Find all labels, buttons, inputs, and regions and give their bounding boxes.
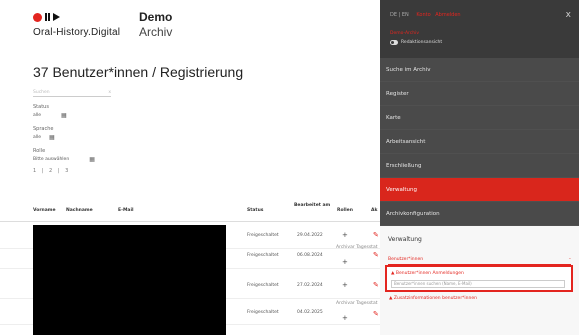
role-label: Rolle xyxy=(33,148,46,154)
submenu-users-toggle[interactable]: Benutzer*innen – xyxy=(388,257,571,265)
row-date: 29.04.2022 xyxy=(297,233,323,238)
th-processed[interactable]: Bearbeitet am xyxy=(294,203,330,209)
edit-icon[interactable]: ✎ xyxy=(373,251,379,259)
nav-item-indexing[interactable]: Erschließung xyxy=(380,154,579,178)
language-value: alle xyxy=(33,135,42,140)
archive-label: Demo-Archiv xyxy=(390,31,420,36)
row-date: 06.08.2024 xyxy=(297,253,323,258)
add-role-icon[interactable]: + xyxy=(342,258,348,266)
status-value: alle xyxy=(33,113,42,118)
nav-item-map[interactable]: Karte xyxy=(380,106,579,130)
add-role-icon[interactable]: + xyxy=(342,231,348,239)
collapse-icon[interactable]: – xyxy=(569,257,571,262)
edit-icon[interactable]: ✎ xyxy=(373,281,379,289)
language-options[interactable]: DE | EN xyxy=(390,12,409,18)
redacted-user-data xyxy=(33,225,226,335)
administration-submenu: Verwaltung Benutzer*innen – ▲ Benutzer*i… xyxy=(380,226,579,335)
role-value: Bitte auswählen xyxy=(33,157,70,162)
edit-icon[interactable]: ✎ xyxy=(373,310,379,318)
clear-icon[interactable]: x xyxy=(108,90,111,95)
nav-item-administration[interactable]: Verwaltung xyxy=(380,178,579,202)
logo-record-icon xyxy=(33,12,120,22)
highlighted-users-section: ▲ Benutzer*innen Anmeldungen Benutzer*in… xyxy=(385,265,573,292)
th-status[interactable]: Status xyxy=(247,208,263,213)
registrations-label: Benutzer*innen Anmeldungen xyxy=(395,271,464,276)
toggle-switch-icon[interactable] xyxy=(390,40,398,45)
th-roles[interactable]: Rollen xyxy=(337,208,353,213)
nav-item-register[interactable]: Register xyxy=(380,82,579,106)
language-select[interactable]: alle ▦ xyxy=(33,134,111,141)
language-switch[interactable]: DE | EN Konto Abmelden xyxy=(390,12,461,18)
filter-panel: Suchen x Status alle ▦ Sprache alle ▦ Ro… xyxy=(33,88,111,174)
archive-brand[interactable]: Demo Archiv xyxy=(139,10,172,39)
nav-item-archive-config[interactable]: Archivkonfiguration xyxy=(380,202,579,226)
calendar-icon: ▦ xyxy=(89,156,95,163)
add-role-icon[interactable]: + xyxy=(342,281,348,289)
oral-history-logo[interactable]: Oral-History.Digital xyxy=(33,12,120,38)
close-icon[interactable]: x xyxy=(566,10,571,20)
edit-icon[interactable]: ✎ xyxy=(373,231,379,239)
brand-subtitle: Archiv xyxy=(139,25,173,39)
th-firstname[interactable]: Vorname xyxy=(33,208,56,213)
calendar-icon: ▦ xyxy=(61,112,67,119)
table-header: Vorname Nachname E-Mail Status Bearbeite… xyxy=(0,200,380,222)
row-date: 04.02.2025 xyxy=(297,310,323,315)
role-select[interactable]: Bitte auswählen ▦ xyxy=(33,156,111,163)
row-status: Freigeschaltet xyxy=(247,253,279,258)
search-input[interactable]: Suchen x xyxy=(33,88,111,97)
pagination[interactable]: 1 | 2 | 3 xyxy=(33,168,111,174)
toggle-label: Redaktionsansicht xyxy=(401,40,443,45)
user-search-input[interactable]: Benutzer*innen suchen (Name, E-Mail) xyxy=(391,280,565,288)
nav-item-search[interactable]: Suche im Archiv xyxy=(380,58,579,82)
editor-view-toggle[interactable]: Redaktionsansicht xyxy=(390,40,442,45)
row-date: 27.02.2024 xyxy=(297,283,323,288)
side-menu-overlay: DE | EN Konto Abmelden x Demo-Archiv Red… xyxy=(380,0,579,335)
menu-header: DE | EN Konto Abmelden x Demo-Archiv Red… xyxy=(380,0,579,57)
logout-link[interactable]: Abmelden xyxy=(435,12,460,18)
submenu-title: Verwaltung xyxy=(388,236,422,243)
main-content: Oral-History.Digital Demo Archiv 37 Benu… xyxy=(0,0,380,335)
th-email[interactable]: E-Mail xyxy=(118,208,134,213)
nav-item-workview[interactable]: Arbeitsansicht xyxy=(380,130,579,154)
status-label: Status xyxy=(33,104,49,110)
search-placeholder: Suchen xyxy=(33,89,50,95)
row-roles: Archivar Tagesstat xyxy=(336,245,378,250)
row-status: Freigeschaltet xyxy=(247,310,279,315)
logo-text: Oral-History.Digital xyxy=(33,27,121,38)
submenu-item-registrations[interactable]: ▲ Benutzer*innen Anmeldungen xyxy=(391,271,464,276)
additional-info-label: Zusatzinformationen benutzer*innen xyxy=(393,296,477,301)
th-actions: Ak xyxy=(371,208,378,213)
submenu-users-label: Benutzer*innen xyxy=(388,257,424,262)
row-status: Freigeschaltet xyxy=(247,233,279,238)
add-role-icon[interactable]: + xyxy=(342,314,348,322)
row-roles: Archivar Tagesstat xyxy=(336,301,378,306)
status-select[interactable]: alle ▦ xyxy=(33,112,111,119)
account-link[interactable]: Konto xyxy=(416,12,430,18)
th-lastname[interactable]: Nachname xyxy=(66,208,93,213)
row-status: Freigeschaltet xyxy=(247,283,279,288)
language-label: Sprache xyxy=(33,126,54,132)
page-title: 37 Benutzer*innen / Registrierung xyxy=(33,64,244,80)
calendar-icon: ▦ xyxy=(49,134,55,141)
main-nav: Suche im Archiv Register Karte Arbeitsan… xyxy=(380,58,579,226)
submenu-item-additional-info[interactable]: ▲ Zusatzinformationen benutzer*innen xyxy=(389,296,477,301)
brand-title: Demo xyxy=(139,10,173,24)
